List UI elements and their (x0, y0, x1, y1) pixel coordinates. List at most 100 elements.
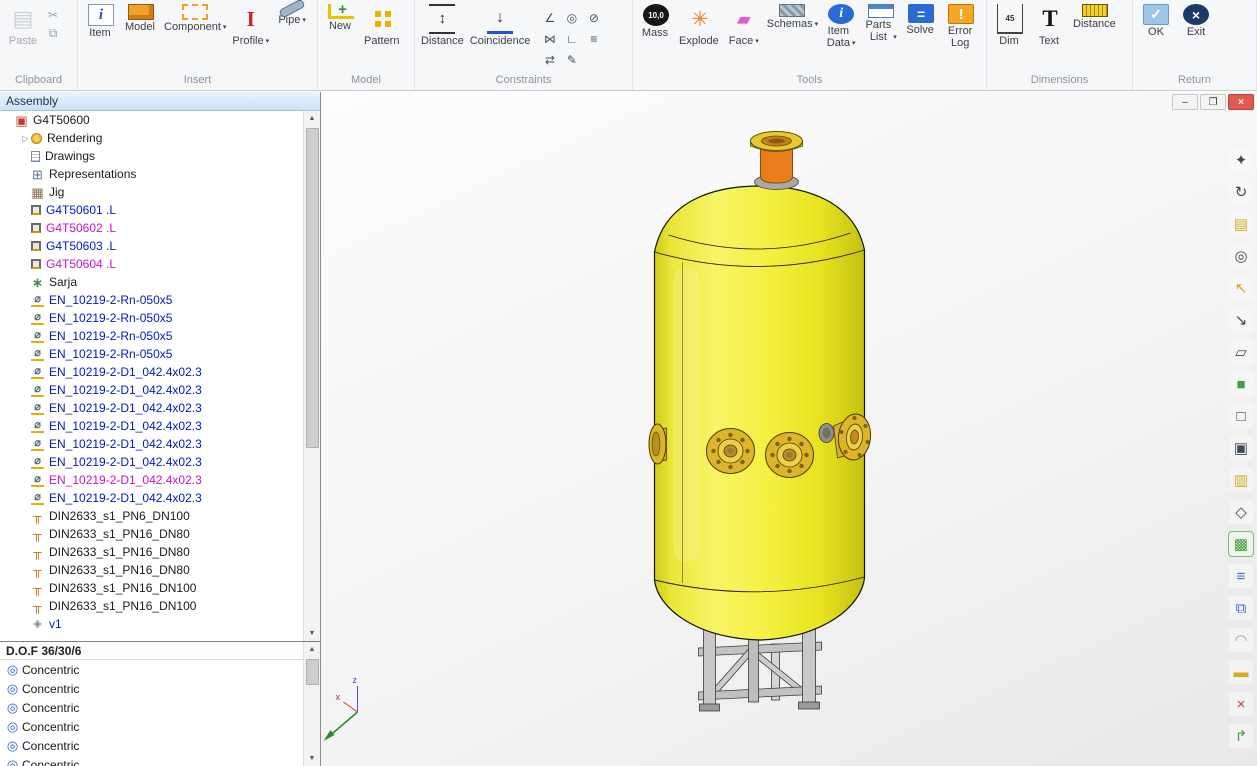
tree-item[interactable]: DIN2633_s1_PN16_DN80 (0, 561, 303, 579)
tree-item[interactable]: EN_10219-2-Rn-050x5 (0, 291, 303, 309)
export-icon[interactable]: ↱ (1229, 724, 1253, 748)
hidden-line-view-icon[interactable]: ▣ (1229, 436, 1253, 460)
tree-item[interactable]: DIN2633_s1_PN16_DN80 (0, 543, 303, 561)
dropdown-caret-icon[interactable]: ▾ (302, 15, 306, 26)
3d-viewport[interactable]: – ❐ × (321, 92, 1257, 766)
ribbon-button[interactable]: Profile▾ (229, 3, 272, 48)
ribbon-button[interactable]: Explode (676, 3, 724, 48)
dof-item[interactable]: Concentric (0, 755, 303, 766)
display-list-icon[interactable]: ≡ (1229, 564, 1253, 588)
ribbon-button[interactable]: Exit (1176, 3, 1216, 39)
small-port[interactable] (819, 424, 834, 443)
dropdown-caret-icon[interactable]: ▾ (755, 36, 759, 47)
ribbon-button[interactable]: Solve (901, 3, 941, 37)
tree-item[interactable]: Jig (0, 183, 303, 201)
top-nozzle[interactable] (751, 132, 803, 190)
measure-ruler-icon[interactable]: ▤ (1229, 212, 1253, 236)
tree-item[interactable]: EN_10219-2-Rn-050x5 (0, 327, 303, 345)
section-plane-icon[interactable]: ▱ (1229, 340, 1253, 364)
tree-item[interactable]: EN_10219-2-D1_042.4x02.3 (0, 453, 303, 471)
pin-icon[interactable]: ✦ (1229, 148, 1253, 172)
tree-item[interactable]: G4T50600 (0, 111, 303, 129)
side-flange-2[interactable] (766, 433, 814, 478)
ribbon-button[interactable]: Item (81, 3, 121, 40)
tree-item[interactable]: EN_10219-2-D1_042.4x02.3 (0, 489, 303, 507)
pan-move-icon[interactable]: ↘ (1229, 308, 1253, 332)
textured-view-icon[interactable]: ▥ (1229, 468, 1253, 492)
tree-item[interactable]: G4T50604 .L (0, 255, 303, 273)
concentric-constraint-icon[interactable]: ◎ (561, 8, 582, 28)
dropdown-caret-icon[interactable]: ▾ (893, 32, 897, 43)
paste-button[interactable]: Paste (3, 3, 43, 48)
dof-scrollbar-thumb[interactable] (306, 659, 319, 685)
shaded-view-icon[interactable]: ■ (1229, 372, 1253, 396)
edit-constraint-icon[interactable]: ✎ (561, 50, 582, 70)
tree-item[interactable]: EN_10219-2-D1_042.4x02.3 (0, 417, 303, 435)
tree-item[interactable]: Sarja (0, 273, 303, 291)
perpendicular-constraint-icon[interactable]: ∟ (561, 29, 582, 49)
dof-item[interactable]: Concentric (0, 717, 303, 736)
scroll-down-icon[interactable]: ▼ (305, 751, 320, 766)
perspective-view-icon[interactable]: ◇ (1229, 500, 1253, 524)
ribbon-button[interactable]: Parts List▾ (861, 3, 901, 44)
tree-item[interactable]: Representations (0, 165, 303, 183)
ribbon-button[interactable]: Component▾ (161, 3, 229, 34)
expand-arrow-icon[interactable]: ▷ (20, 134, 31, 143)
scroll-down-icon[interactable]: ▼ (305, 626, 320, 641)
zoom-center-icon[interactable]: ◎ (1229, 244, 1253, 268)
tree-item[interactable]: G4T50603 .L (0, 237, 303, 255)
dropdown-caret-icon[interactable]: ▾ (223, 22, 227, 33)
parallel-constraint-icon[interactable]: ≡ (583, 29, 604, 49)
ribbon-button[interactable]: Item Data▾ (821, 3, 861, 50)
angle-constraint-icon[interactable]: ∠ (539, 8, 560, 28)
dropdown-caret-icon[interactable]: ▾ (266, 36, 270, 47)
tree-item[interactable]: v1 (0, 615, 303, 633)
window-control-button[interactable]: – (1172, 94, 1198, 110)
dof-item[interactable]: Concentric (0, 660, 303, 679)
ribbon-button[interactable]: Distance (418, 3, 467, 48)
scroll-up-icon[interactable]: ▲ (305, 111, 320, 126)
tree-item[interactable]: EN_10219-2-D1_042.4x02.3 (0, 399, 303, 417)
ribbon-button[interactable]: 10,0 Mass (636, 3, 676, 40)
equal-constraint-icon[interactable]: ⇄ (539, 50, 560, 70)
ribbon-button[interactable]: Coincidence (467, 3, 534, 48)
tree-item[interactable]: EN_10219-2-D1_042.4x02.3 (0, 435, 303, 453)
clipboard-small-button[interactable] (43, 5, 63, 24)
tree-item[interactable]: ▷ Rendering (0, 129, 303, 147)
dropdown-caret-icon[interactable]: ▾ (815, 19, 819, 30)
dof-scrollbar[interactable]: ▲ ▼ (303, 642, 320, 766)
viewport-canvas[interactable]: z x (321, 92, 1257, 766)
delete-icon[interactable]: × (1229, 692, 1253, 716)
dof-item[interactable]: Concentric (0, 698, 303, 717)
dof-item[interactable]: Concentric (0, 679, 303, 698)
dof-scrollbar-track[interactable] (305, 657, 320, 751)
tree-item[interactable]: EN_10219-2-Rn-050x5 (0, 345, 303, 363)
dof-item[interactable]: Concentric (0, 736, 303, 755)
tree-item[interactable]: DIN2633_s1_PN6_DN100 (0, 507, 303, 525)
tree-item[interactable]: EN_10219-2-Rn-050x5 (0, 309, 303, 327)
arc-tool-icon[interactable]: ◠ (1229, 628, 1253, 652)
folder-icon[interactable]: ▬ (1229, 660, 1253, 684)
dropdown-caret-icon[interactable]: ▾ (852, 38, 856, 49)
ribbon-button[interactable]: Error Log (941, 3, 981, 50)
side-flange-1[interactable] (707, 429, 755, 474)
layers-icon[interactable]: ⧉ (1229, 596, 1253, 620)
tree-scrollbar-thumb[interactable] (306, 128, 319, 448)
ribbon-button[interactable]: Distance (1070, 3, 1121, 31)
ribbon-button[interactable]: Face▾ (724, 3, 764, 48)
tree-item[interactable]: G4T50601 .L (0, 201, 303, 219)
render-mode-icon[interactable]: ▩ (1229, 532, 1253, 556)
tree-scrollbar[interactable]: ▲ ▼ (303, 111, 320, 641)
left-stub-nozzle[interactable] (649, 424, 667, 464)
ribbon-button[interactable]: 45 Dim (990, 3, 1030, 48)
vessel-body[interactable] (655, 186, 865, 640)
tangent-constraint-icon[interactable]: ⊘ (583, 8, 604, 28)
ribbon-button[interactable]: Pipe▾ (272, 3, 312, 27)
ribbon-button[interactable]: New (321, 3, 361, 33)
tree-item[interactable]: DIN2633_s1_PN16_DN100 (0, 597, 303, 615)
ribbon-button[interactable]: Model (121, 3, 161, 34)
tree-item[interactable]: Drawings (0, 147, 303, 165)
tree-item[interactable]: G4T50602 .L (0, 219, 303, 237)
wireframe-view-icon[interactable]: □ (1229, 404, 1253, 428)
tree-item[interactable]: EN_10219-2-D1_042.4x02.3 (0, 363, 303, 381)
